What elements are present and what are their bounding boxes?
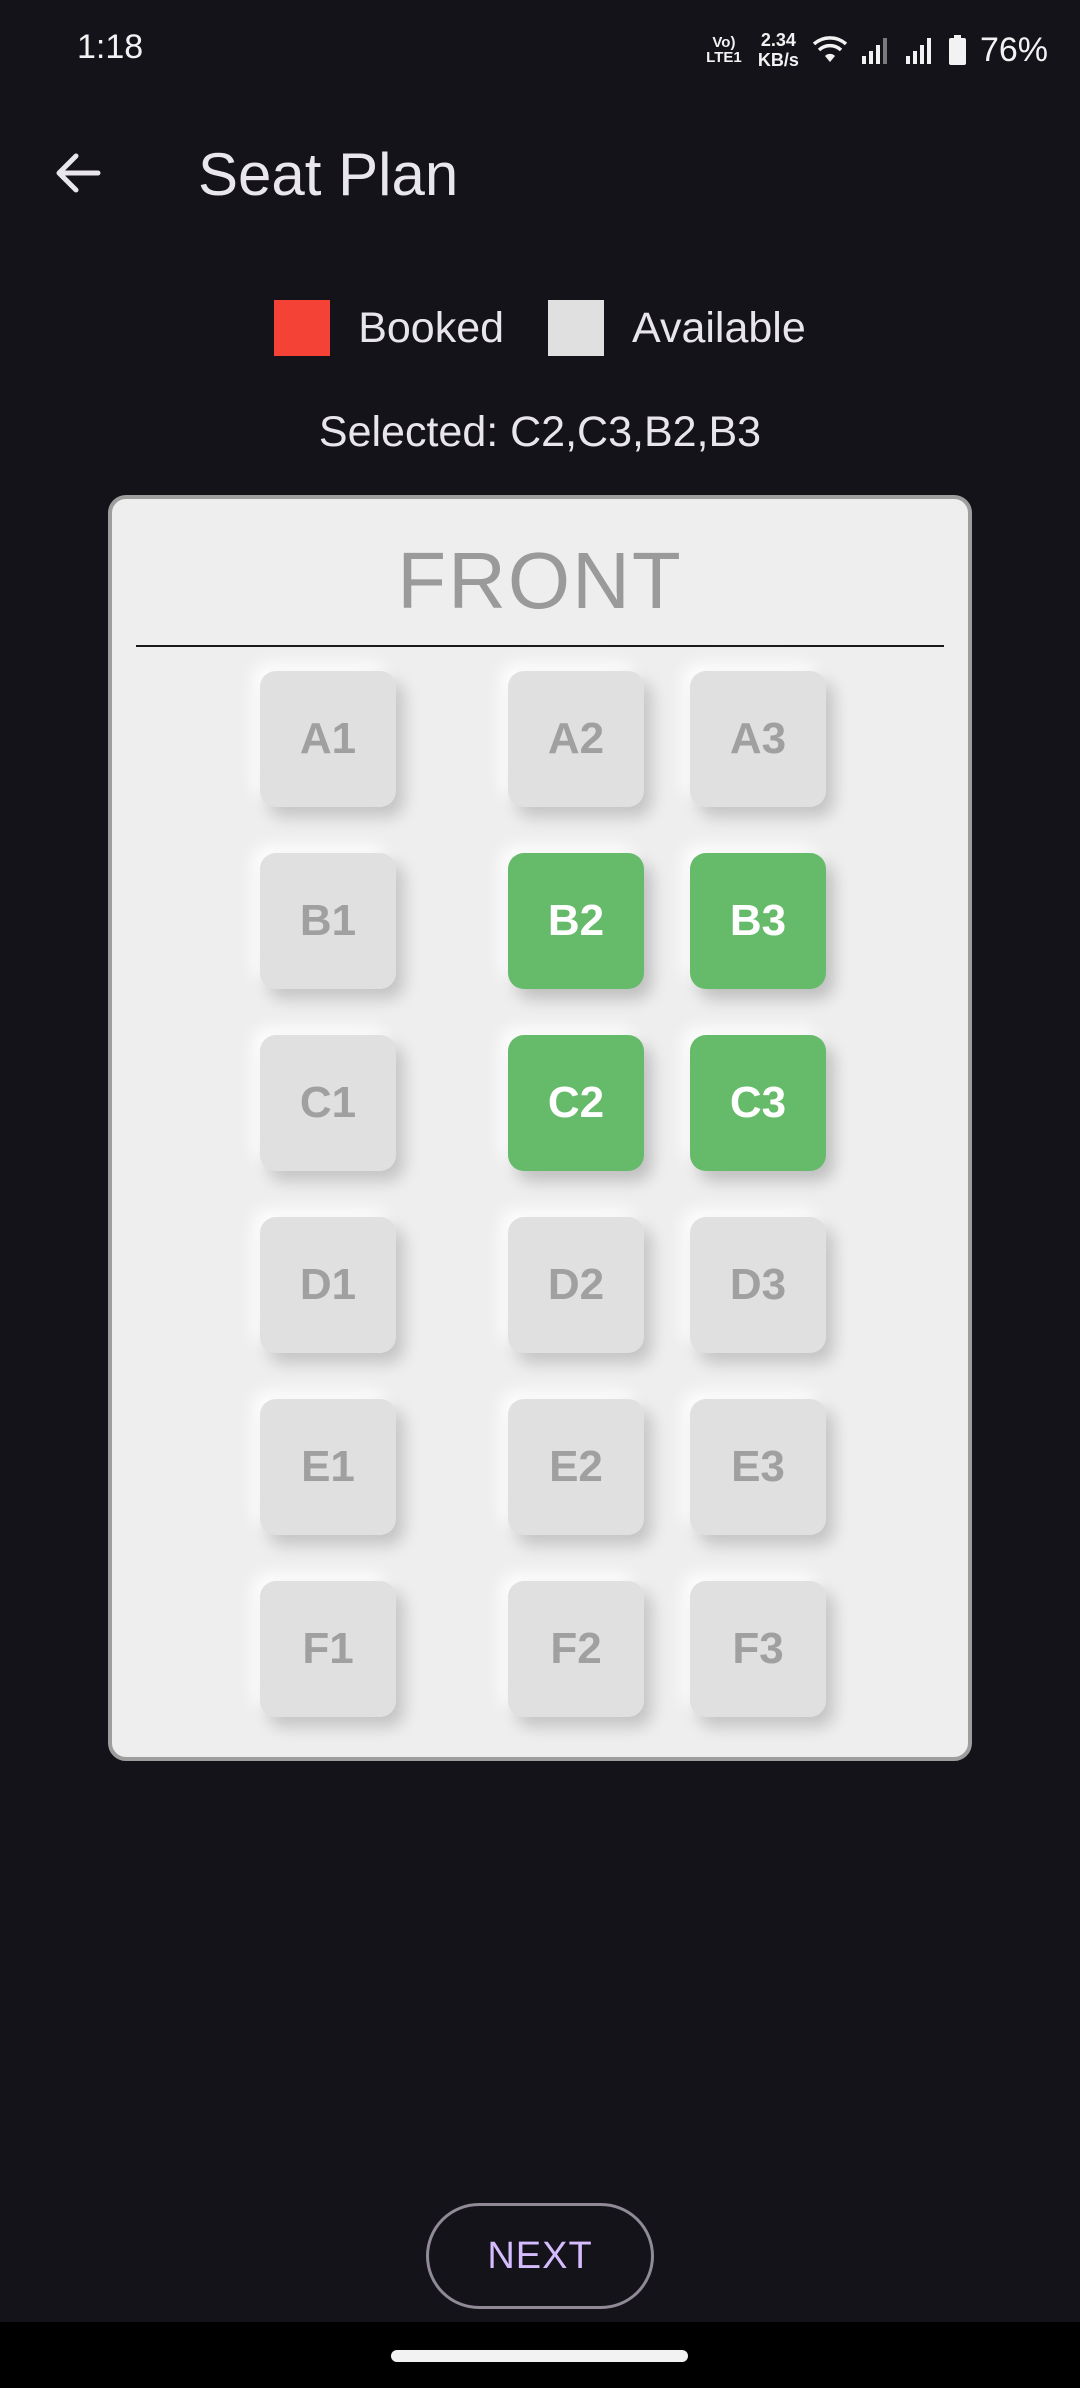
status-bar: 1:18 Vo) LTE1 2.34 KB/s 76% bbox=[0, 0, 1080, 100]
legend-booked: Booked bbox=[274, 300, 504, 356]
volte-indicator: Vo) LTE1 bbox=[704, 35, 744, 65]
seat-d1[interactable]: D1 bbox=[260, 1217, 396, 1353]
seat-b3[interactable]: B3 bbox=[690, 853, 826, 989]
seat-a2[interactable]: A2 bbox=[508, 671, 644, 807]
arrow-back-icon bbox=[56, 153, 101, 193]
front-divider bbox=[136, 645, 944, 647]
selected-seats-text: Selected: C2,C3,B2,B3 bbox=[318, 408, 762, 456]
status-time: 1:18 bbox=[77, 28, 144, 66]
seat-c2[interactable]: C2 bbox=[508, 1035, 644, 1171]
signal-icon-sim1 bbox=[861, 38, 887, 64]
seat-c1[interactable]: C1 bbox=[260, 1035, 396, 1171]
seat-f2[interactable]: F2 bbox=[508, 1581, 644, 1717]
network-speed: 2.34 KB/s bbox=[758, 30, 799, 70]
signal-icon-sim2 bbox=[905, 38, 931, 64]
battery-percent: 76% bbox=[979, 30, 1048, 69]
status-indicators: Vo) LTE1 2.34 KB/s 76% bbox=[704, 22, 1048, 78]
battery-icon bbox=[948, 35, 966, 65]
legend-booked-label: Booked bbox=[358, 303, 505, 352]
seat-b2[interactable]: B2 bbox=[508, 853, 644, 989]
seat-f3[interactable]: F3 bbox=[690, 1581, 826, 1717]
seat-b1[interactable]: B1 bbox=[260, 853, 396, 989]
seat-a1[interactable]: A1 bbox=[260, 671, 396, 807]
seat-a3[interactable]: A3 bbox=[690, 671, 826, 807]
next-button[interactable]: NEXT bbox=[426, 2203, 654, 2309]
back-button[interactable] bbox=[40, 135, 116, 211]
home-indicator[interactable] bbox=[391, 2350, 688, 2362]
legend-available: Available bbox=[548, 300, 806, 356]
seat-d2[interactable]: D2 bbox=[508, 1217, 644, 1353]
seat-map-panel: FRONT A1 A2 A3 B1 B2 B3 C1 C2 C3 D1 D2 D3 E1 E2 E3 F1 F2… bbox=[108, 495, 972, 1761]
booked-swatch bbox=[274, 300, 331, 356]
seat-legend: Booked Available bbox=[0, 300, 1080, 356]
seat-c3[interactable]: C3 bbox=[690, 1035, 826, 1171]
volte-line1: Vo) bbox=[712, 34, 736, 51]
seat-d3[interactable]: D3 bbox=[690, 1217, 826, 1353]
available-swatch bbox=[548, 300, 605, 356]
legend-available-label: Available bbox=[632, 303, 806, 352]
wifi-icon bbox=[812, 36, 847, 62]
seat-e2[interactable]: E2 bbox=[508, 1399, 644, 1535]
seat-e3[interactable]: E3 bbox=[690, 1399, 826, 1535]
network-speed-value: 2.34 bbox=[760, 30, 796, 50]
volte-line2: LTE1 bbox=[706, 49, 742, 66]
network-speed-unit: KB/s bbox=[757, 50, 799, 70]
seat-f1[interactable]: F1 bbox=[260, 1581, 396, 1717]
seat-e1[interactable]: E1 bbox=[260, 1399, 396, 1535]
front-label: FRONT bbox=[397, 536, 683, 625]
page-title: Seat Plan bbox=[198, 141, 459, 208]
